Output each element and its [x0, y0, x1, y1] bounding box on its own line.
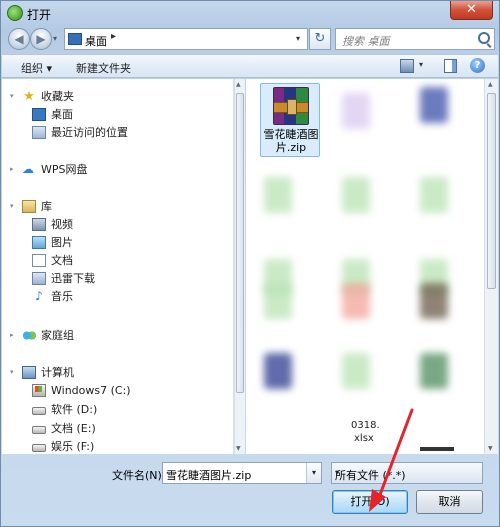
desktop-icon — [32, 107, 46, 121]
pictures-library-icon — [32, 235, 46, 249]
address-bar[interactable]: 桌面 ▸ ▾ — [64, 28, 308, 50]
file-list-scrollbar[interactable]: ▲ ▼ — [484, 79, 498, 454]
blurred-file-icon[interactable] — [420, 87, 448, 123]
drive-icon — [32, 406, 46, 415]
new-folder-button[interactable]: 新建文件夹 — [76, 60, 131, 76]
expand-icon[interactable]: ▸ — [10, 165, 20, 173]
file-item-name: 雪花睫酒图片.zip — [263, 128, 319, 154]
blurred-file-icon[interactable] — [420, 177, 448, 213]
nav-item-desktop[interactable]: 桌面 — [32, 105, 73, 123]
filename-field[interactable]: 雪花睫酒图片.zip ▾ — [162, 462, 322, 484]
recent-places-icon — [32, 125, 46, 139]
nav-drive-e[interactable]: 文档 (E:) — [32, 419, 96, 437]
blurred-file-icon[interactable] — [342, 177, 370, 213]
app-icon — [7, 5, 23, 21]
nav-homegroup[interactable]: ▸ 家庭组 — [10, 326, 74, 344]
nav-drive-d[interactable]: 软件 (D:) — [32, 400, 97, 418]
search-icon[interactable] — [478, 32, 490, 44]
title-bar: 打开 ✕ — [1, 1, 499, 25]
address-row: ◀ ▶ ▾ 桌面 ▸ ▾ ↻ 搜索 桌面 — [1, 26, 499, 52]
preview-pane-icon[interactable] — [444, 59, 457, 73]
collapse-icon[interactable]: ▾ — [10, 368, 20, 376]
window-title: 打开 — [27, 8, 52, 22]
nav-wps-cloud[interactable]: ▸ ☁ WPS网盘 — [10, 160, 88, 178]
blurred-file-icon[interactable] — [264, 177, 292, 213]
drive-icon — [32, 425, 46, 434]
computer-icon — [22, 365, 36, 379]
file-caption: xlsx — [354, 433, 374, 444]
download-folder-icon — [32, 271, 46, 285]
cancel-button[interactable]: 取消 — [416, 490, 483, 514]
nav-item-pictures[interactable]: 图片 — [32, 233, 73, 251]
back-button[interactable]: ◀ — [8, 28, 30, 50]
collapse-icon[interactable]: ▾ — [10, 202, 20, 210]
nav-computer[interactable]: ▾ 计算机 — [10, 363, 74, 381]
music-note-icon: ♪ — [35, 288, 43, 303]
blurred-file-icon[interactable] — [420, 353, 448, 389]
address-path[interactable]: 桌面 — [85, 33, 107, 49]
blurred-file-icon[interactable] — [420, 283, 448, 319]
expand-icon[interactable]: ▸ — [10, 331, 20, 339]
refresh-button[interactable]: ↻ — [309, 28, 331, 50]
filename-value[interactable]: 雪花睫酒图片.zip — [166, 467, 251, 483]
forward-button[interactable]: ▶ — [30, 28, 52, 50]
chevron-down-icon[interactable]: ▾ — [335, 464, 479, 482]
desktop-icon — [68, 33, 82, 45]
open-button[interactable]: 打开(O) — [332, 490, 408, 514]
drive-icon — [32, 443, 46, 452]
search-input[interactable]: 搜索 桌面 — [335, 28, 495, 50]
scroll-up-icon[interactable]: ▲ — [488, 81, 493, 88]
help-icon[interactable]: ? — [470, 58, 485, 73]
address-dropdown-icon[interactable]: ▾ — [291, 30, 305, 48]
file-type-select[interactable]: 所有文件 (*.*) ▾ — [331, 462, 483, 484]
nav-item-videos[interactable]: 视频 — [32, 215, 73, 233]
nav-item-music[interactable]: ♪ 音乐 — [32, 287, 73, 305]
nav-drive-c[interactable]: Windows7 (C:) — [32, 381, 131, 399]
blurred-file-icon[interactable] — [342, 93, 370, 129]
nav-item-thunder-downloads[interactable]: 迅雷下载 — [32, 269, 95, 287]
filename-dropdown-icon[interactable]: ▾ — [306, 463, 321, 483]
blurred-file-icon[interactable] — [264, 283, 292, 319]
cloud-icon: ☁ — [22, 161, 34, 176]
organize-menu[interactable]: 组织 ▾ — [21, 60, 52, 76]
documents-library-icon — [32, 253, 46, 267]
view-options-dropdown[interactable]: ▾ — [419, 60, 423, 69]
nav-libraries[interactable]: ▾ 库 — [10, 197, 52, 215]
blurred-file-icon[interactable] — [342, 353, 370, 389]
open-file-dialog: 打开 ✕ ◀ ▶ ▾ 桌面 ▸ ▾ ↻ 搜索 桌面 组织 ▾ 新建文件夹 ▾ ?… — [0, 0, 500, 527]
change-view-icon[interactable] — [400, 59, 414, 73]
homegroup-icon — [22, 328, 36, 342]
blurred-file-icon[interactable] — [342, 283, 370, 319]
command-bar: 组织 ▾ 新建文件夹 ▾ ? — [2, 54, 498, 78]
scroll-thumb[interactable] — [236, 93, 244, 393]
video-library-icon — [32, 217, 46, 231]
scroll-down-icon[interactable]: ▼ — [236, 445, 241, 452]
windows-drive-icon — [32, 383, 46, 397]
library-icon — [22, 199, 36, 213]
file-item-selected[interactable]: 雪花睫酒图片.zip — [260, 83, 320, 157]
scroll-up-icon[interactable]: ▲ — [236, 81, 241, 88]
blurred-file-icon[interactable] — [420, 447, 454, 451]
blurred-file-icon[interactable] — [264, 353, 292, 389]
nav-drive-f[interactable]: 娱乐 (F:) — [32, 437, 94, 454]
scroll-down-icon[interactable]: ▼ — [488, 445, 493, 452]
star-icon: ★ — [23, 88, 35, 104]
nav-item-recent-places[interactable]: 最近访问的位置 — [32, 123, 128, 141]
file-list: 雪花睫酒图片.zip 0318. xlsx — [246, 79, 484, 454]
close-button[interactable]: ✕ — [450, 1, 493, 20]
search-placeholder: 搜索 桌面 — [342, 35, 390, 48]
scroll-thumb[interactable] — [487, 93, 496, 289]
navigation-scrollbar[interactable]: ▲ ▼ — [234, 79, 245, 454]
nav-item-documents[interactable]: 文档 — [32, 251, 73, 269]
filename-label: 文件名(N): — [112, 469, 166, 482]
winrar-archive-icon — [273, 87, 309, 125]
nav-favorites[interactable]: ▾ ★ 收藏夹 — [10, 87, 74, 105]
navigation-pane: ▾ ★ 收藏夹 桌面 最近访问的位置 ▸ ☁ WPS网盘 ▾ 库 视频 图片 文… — [2, 79, 234, 454]
collapse-icon[interactable]: ▾ — [10, 92, 20, 100]
breadcrumb-chevron-icon[interactable]: ▸ — [111, 31, 116, 42]
file-caption: 0318. — [351, 420, 380, 431]
recent-locations-dropdown[interactable]: ▾ — [53, 31, 63, 47]
